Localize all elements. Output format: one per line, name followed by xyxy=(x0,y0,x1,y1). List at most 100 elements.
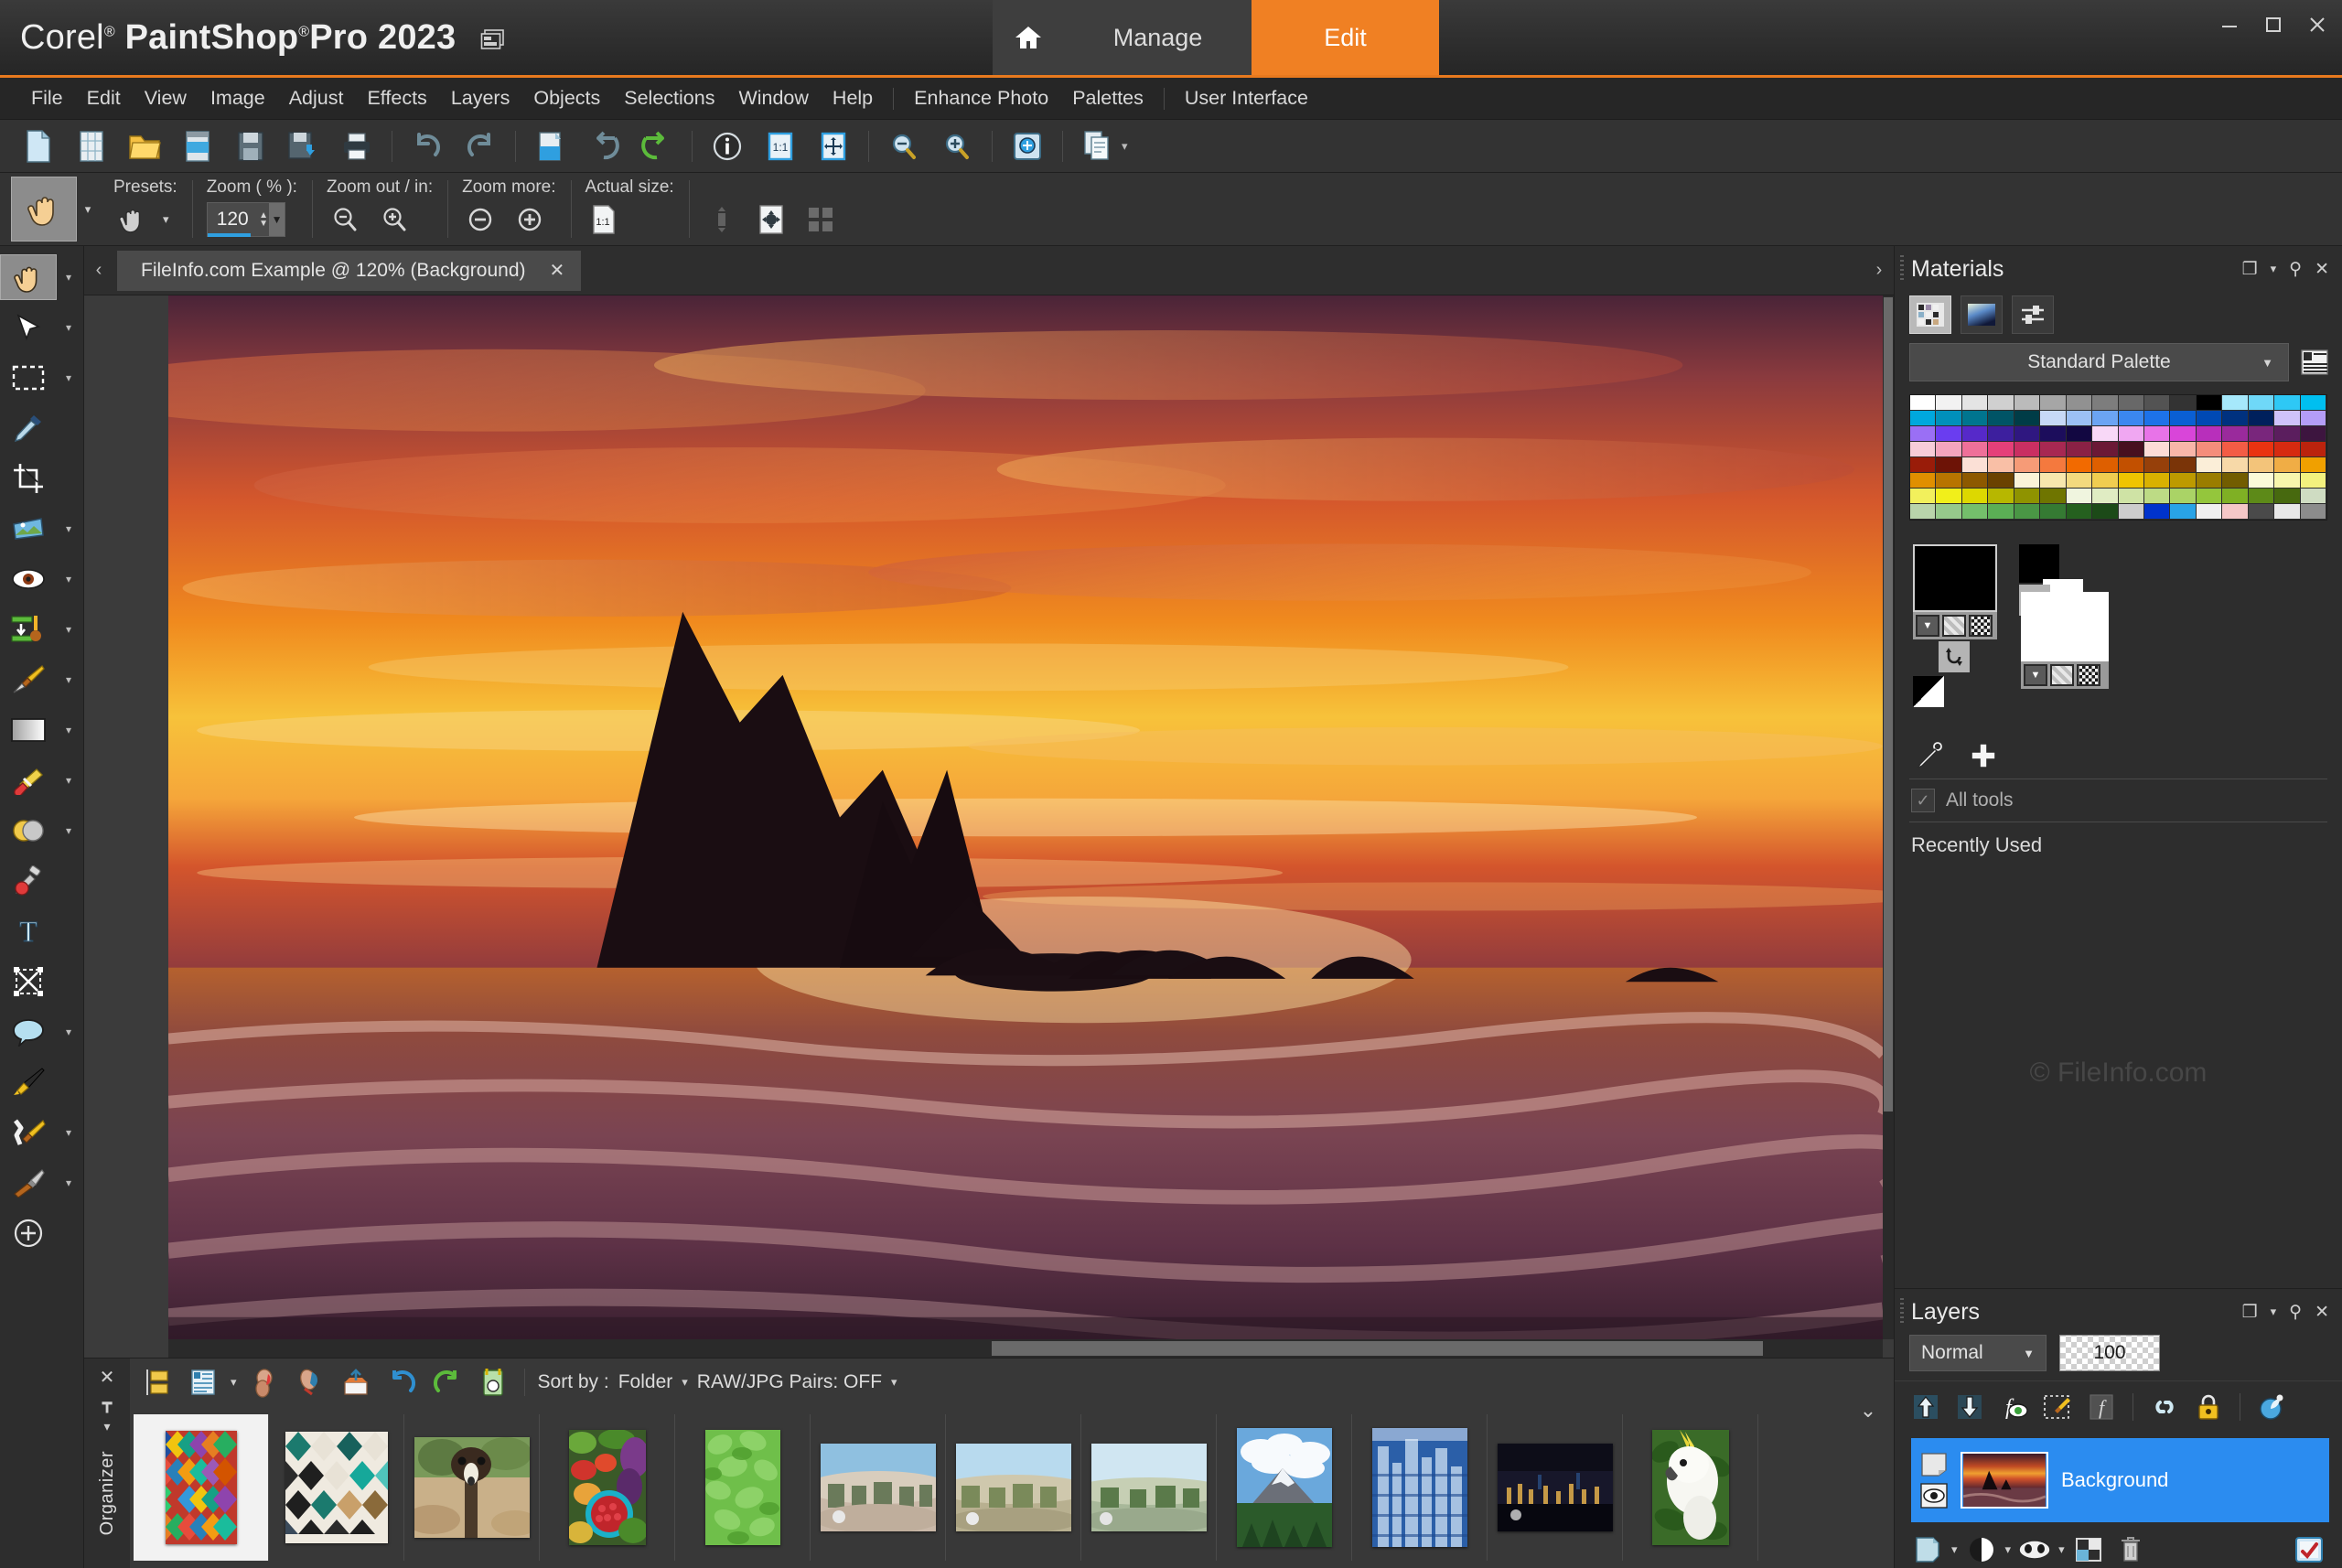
zoom-spinner[interactable]: ▲▼ ▼ xyxy=(206,202,285,237)
color-swatch[interactable] xyxy=(2248,411,2275,426)
sort-by-caret[interactable]: ▾ xyxy=(682,1375,688,1390)
lock-layer-icon[interactable] xyxy=(2190,1389,2227,1425)
list-item[interactable] xyxy=(946,1413,1081,1561)
color-swatch[interactable] xyxy=(2170,426,2197,442)
color-swatch[interactable] xyxy=(2118,426,2144,442)
redo-icon[interactable] xyxy=(457,125,504,167)
color-swatch[interactable] xyxy=(1988,395,2014,411)
list-item[interactable] xyxy=(675,1413,811,1561)
color-swatch[interactable] xyxy=(2170,395,2197,411)
preset-hand-icon[interactable] xyxy=(113,201,150,238)
oil-brush-caret[interactable]: ▾ xyxy=(57,1176,81,1189)
color-swatch[interactable] xyxy=(2040,489,2067,504)
tab-edit[interactable]: Edit xyxy=(1252,0,1439,75)
color-swatch[interactable] xyxy=(2274,426,2301,442)
blend-mode-select[interactable]: Normal ▼ xyxy=(1909,1335,2047,1371)
sidebar-item-pen-tool[interactable] xyxy=(0,1057,83,1107)
color-swatch[interactable] xyxy=(2300,442,2326,457)
black-white-reset-icon[interactable] xyxy=(1913,676,1944,707)
zoom-in-icon[interactable] xyxy=(933,125,981,167)
foreground-color-swatch[interactable]: ▼ xyxy=(1916,615,1939,637)
new-raster-layer-icon[interactable] xyxy=(1909,1531,1946,1568)
organizer-pin-icon[interactable]: ┳ xyxy=(102,1394,113,1413)
layers-drag-grip[interactable] xyxy=(1900,1298,1904,1326)
raw-jpg-pairs-label[interactable]: RAW/JPG Pairs: OFF xyxy=(697,1371,882,1393)
color-swatch[interactable] xyxy=(2040,473,2067,489)
materials-gradient-mode[interactable] xyxy=(1961,295,2003,334)
color-swatch[interactable] xyxy=(2143,411,2171,426)
sidebar-item-clone-tool[interactable]: ▾ xyxy=(0,805,83,855)
layer-palette-settings-icon[interactable] xyxy=(2291,1531,2327,1568)
color-swatch[interactable] xyxy=(2066,504,2093,520)
sidebar-item-dropper-tool[interactable] xyxy=(0,403,83,453)
hscroll-thumb[interactable] xyxy=(991,1341,1763,1356)
color-swatch[interactable] xyxy=(2274,442,2301,457)
new-image-icon[interactable] xyxy=(15,125,62,167)
color-swatch[interactable] xyxy=(2248,457,2275,473)
color-swatch[interactable] xyxy=(2143,489,2171,504)
pan-tool-caret[interactable]: ▾ xyxy=(57,271,81,284)
sort-by-value[interactable]: Folder xyxy=(618,1371,673,1393)
materials-eyedropper-icon[interactable] xyxy=(1913,740,1944,771)
layers-close-icon[interactable]: ✕ xyxy=(2315,1302,2329,1323)
save-icon[interactable] xyxy=(227,125,274,167)
color-swatch[interactable] xyxy=(1936,442,1962,457)
list-item[interactable] xyxy=(1488,1413,1623,1561)
list-item[interactable] xyxy=(134,1413,269,1561)
materials-menu-caret[interactable]: ▾ xyxy=(2271,262,2277,276)
color-swatch[interactable] xyxy=(1936,411,1962,426)
new-mask-layer-caret[interactable]: ▾ xyxy=(2058,1542,2065,1557)
palette-menu-icon[interactable] xyxy=(2300,348,2329,377)
color-swatch[interactable] xyxy=(1910,504,1937,520)
layer-row-background[interactable]: Background xyxy=(1911,1438,2329,1522)
color-swatch[interactable] xyxy=(2274,473,2301,489)
color-swatch[interactable] xyxy=(2066,411,2093,426)
move-layer-down-icon[interactable] xyxy=(1951,1389,1988,1425)
materials-swatches-mode[interactable] xyxy=(1909,295,1951,334)
sidebar-item-selection-tool[interactable]: ▾ xyxy=(0,352,83,403)
organizer-collapse-button[interactable]: ⌄ xyxy=(1842,1359,1894,1568)
color-swatch[interactable] xyxy=(1910,395,1937,411)
layer-opacity-input[interactable]: 100 xyxy=(2059,1335,2160,1371)
color-swatch[interactable] xyxy=(2066,442,2093,457)
color-swatch[interactable] xyxy=(1936,395,1962,411)
color-swatch[interactable] xyxy=(1910,442,1937,457)
color-swatch[interactable] xyxy=(2143,457,2171,473)
color-swatch[interactable] xyxy=(2274,411,2301,426)
color-swatch[interactable] xyxy=(2014,457,2041,473)
color-swatch[interactable] xyxy=(2248,489,2275,504)
color-swatch[interactable] xyxy=(2222,473,2249,489)
materials-drag-grip[interactable] xyxy=(1900,255,1904,283)
presets-caret[interactable]: ▾ xyxy=(163,212,169,227)
print-icon[interactable] xyxy=(333,125,381,167)
new-adjustment-layer-caret[interactable]: ▾ xyxy=(2005,1542,2012,1557)
color-swatch[interactable] xyxy=(2040,411,2067,426)
all-tools-row[interactable]: ✓ All tools xyxy=(1895,779,2342,822)
color-swatch[interactable] xyxy=(2014,426,2041,442)
layer-palette-options-icon[interactable] xyxy=(2253,1389,2290,1425)
chevron-down-icon[interactable]: ▼ xyxy=(2261,356,2273,370)
share-icon[interactable] xyxy=(338,1364,374,1401)
revert-icon[interactable] xyxy=(527,125,575,167)
color-swatch[interactable] xyxy=(2066,489,2093,504)
sidebar-item-warp-tool[interactable] xyxy=(0,956,83,1006)
color-swatch[interactable] xyxy=(2092,457,2119,473)
color-swatch[interactable] xyxy=(1910,426,1937,442)
opt-zoom-in-icon[interactable] xyxy=(376,201,413,238)
color-swatch[interactable] xyxy=(2300,504,2326,520)
color-swatch[interactable] xyxy=(1961,504,1989,520)
color-swatch[interactable] xyxy=(2222,442,2249,457)
color-swatch[interactable] xyxy=(2092,489,2119,504)
color-swatch[interactable] xyxy=(2300,411,2326,426)
doc-tab-next[interactable]: › xyxy=(1864,260,1894,281)
color-swatch[interactable] xyxy=(2196,489,2223,504)
color-swatch[interactable] xyxy=(2196,411,2223,426)
background-gradient-swatch[interactable] xyxy=(2050,664,2074,686)
color-swatch[interactable] xyxy=(2118,473,2144,489)
menu-selections[interactable]: Selections xyxy=(613,83,725,113)
show-info-caret[interactable]: ▾ xyxy=(231,1375,237,1390)
color-swatch[interactable] xyxy=(2092,395,2119,411)
organizer-close-icon[interactable]: ✕ xyxy=(100,1366,115,1389)
color-swatch[interactable] xyxy=(2300,473,2326,489)
color-swatch[interactable] xyxy=(2014,504,2041,520)
